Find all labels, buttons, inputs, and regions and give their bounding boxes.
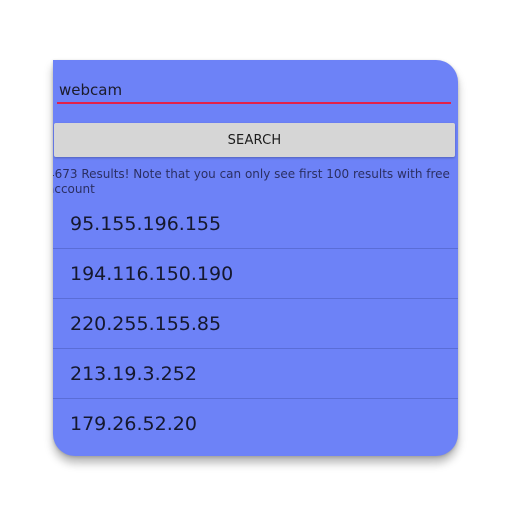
- list-item[interactable]: 220.255.155.85: [53, 299, 458, 349]
- ip-address: 194.116.150.190: [70, 262, 234, 285]
- search-input-underline: [57, 102, 451, 104]
- list-item[interactable]: 194.116.150.190: [53, 249, 458, 299]
- ip-address: 213.19.3.252: [70, 362, 197, 385]
- results-info-text: 4673 Results! Note that you can only see…: [53, 167, 450, 196]
- list-item[interactable]: 179.26.52.20: [53, 399, 458, 449]
- search-input[interactable]: webcam: [59, 80, 449, 100]
- ip-address: 220.255.155.85: [70, 312, 222, 335]
- results-list: 95.155.196.155 194.116.150.190 220.255.1…: [53, 199, 458, 449]
- search-button[interactable]: SEARCH: [54, 123, 455, 157]
- ip-address: 179.26.52.20: [70, 413, 197, 435]
- ip-address: 95.155.196.155: [70, 212, 222, 235]
- search-button-label: SEARCH: [227, 132, 282, 148]
- list-item[interactable]: 95.155.196.155: [53, 199, 458, 249]
- list-item[interactable]: 213.19.3.252: [53, 349, 458, 399]
- app-card: webcam SEARCH 4673 Results! Note that yo…: [53, 60, 458, 456]
